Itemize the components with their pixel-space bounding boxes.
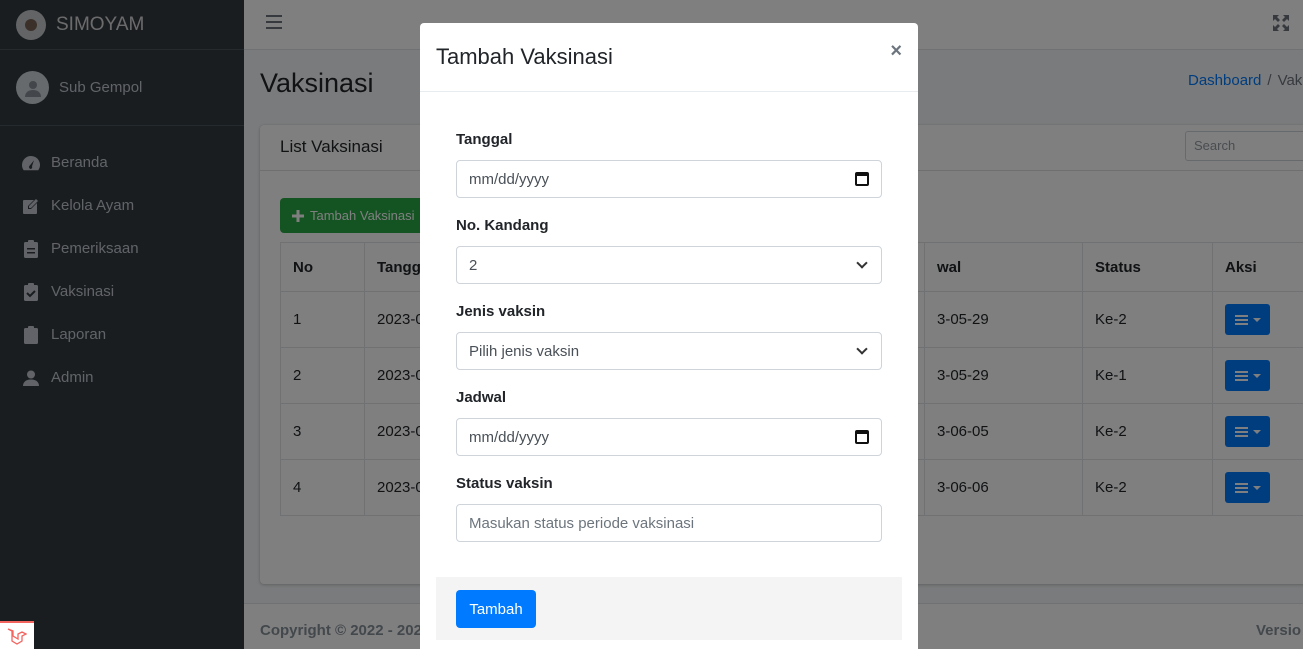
tanggal-label: Tanggal bbox=[456, 131, 513, 148]
kandang-select[interactable]: 2 bbox=[456, 246, 882, 284]
tambah-vaksinasi-modal: Tambah Vaksinasi × Tanggal mm/dd/yyyy No… bbox=[420, 23, 918, 649]
modal-footer: Tambah bbox=[436, 577, 902, 640]
status-vaksin-placeholder: Masukan status periode vaksinasi bbox=[469, 514, 695, 532]
chevron-down-icon bbox=[856, 257, 868, 269]
jenis-vaksin-label: Jenis vaksin bbox=[456, 303, 546, 320]
laravel-icon bbox=[7, 628, 27, 645]
kandang-value: 2 bbox=[469, 256, 478, 274]
close-icon[interactable]: × bbox=[890, 40, 902, 63]
jadwal-date-input[interactable]: mm/dd/yyyy bbox=[456, 418, 882, 456]
jadwal-value: mm/dd/yyyy bbox=[469, 428, 550, 446]
tanggal-date-input[interactable]: mm/dd/yyyy bbox=[456, 160, 882, 198]
laravel-debug-badge[interactable] bbox=[0, 621, 34, 649]
modal-header: Tambah Vaksinasi × bbox=[420, 23, 918, 92]
status-vaksin-input[interactable]: Masukan status periode vaksinasi bbox=[456, 504, 882, 542]
status-vaksin-label: Status vaksin bbox=[456, 475, 553, 492]
modal-title: Tambah Vaksinasi bbox=[436, 44, 613, 69]
chevron-down-icon bbox=[856, 343, 868, 355]
kandang-label: No. Kandang bbox=[456, 217, 549, 234]
jenis-vaksin-select[interactable]: Pilih jenis vaksin bbox=[456, 332, 882, 370]
calendar-icon[interactable] bbox=[855, 172, 869, 186]
jenis-vaksin-value: Pilih jenis vaksin bbox=[469, 342, 580, 360]
jadwal-label: Jadwal bbox=[456, 389, 507, 406]
tanggal-value: mm/dd/yyyy bbox=[469, 170, 550, 188]
calendar-icon[interactable] bbox=[855, 430, 869, 444]
tambah-submit-button[interactable]: Tambah bbox=[456, 590, 536, 628]
